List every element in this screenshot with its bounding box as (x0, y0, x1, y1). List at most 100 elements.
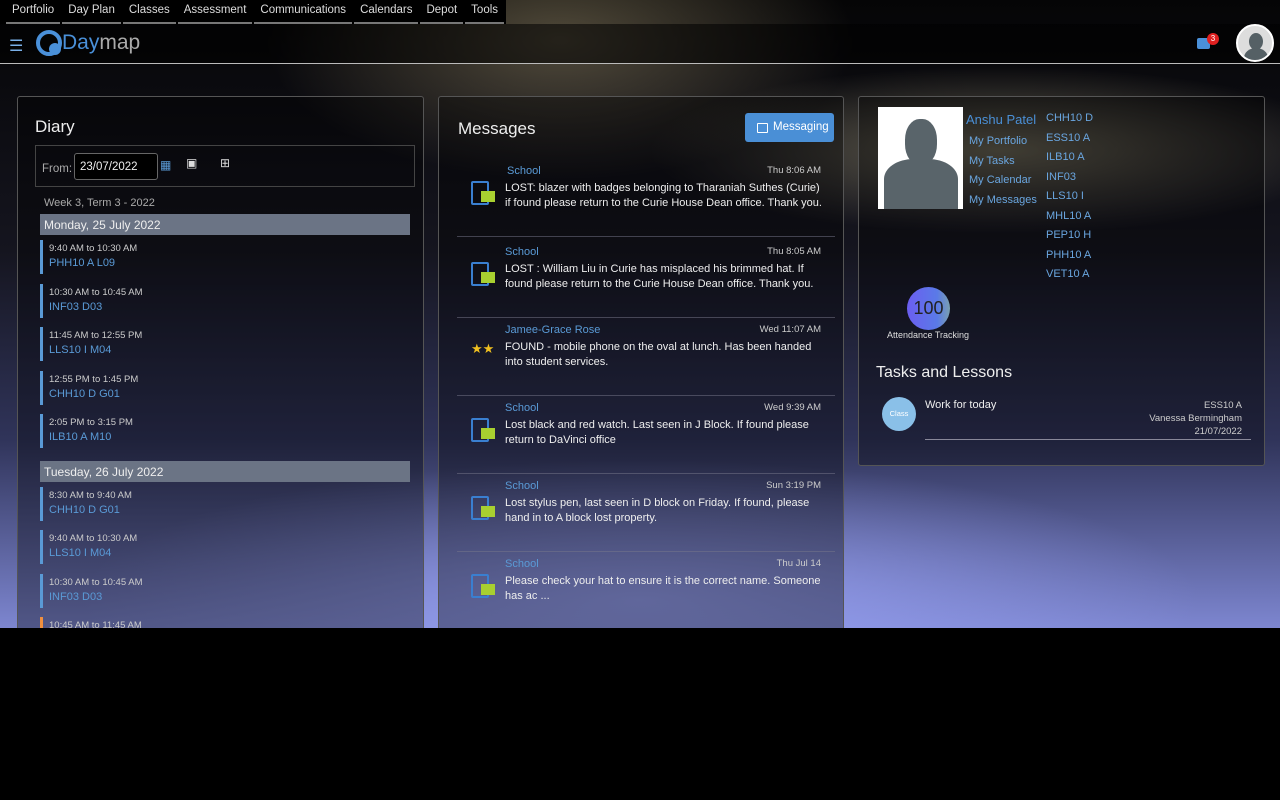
nav-classes[interactable]: Classes (122, 0, 176, 24)
task-date: 21/07/2022 (1194, 426, 1242, 437)
hamburger-menu-icon[interactable]: ☰ (9, 36, 23, 56)
from-date-input[interactable]: 23/07/2022 (74, 153, 158, 180)
diary-event[interactable]: 9:40 AM to 10:30 AM LLS10 I M04 (40, 530, 137, 564)
message-date: Wed 11:07 AM (759, 324, 821, 335)
diary-event[interactable]: 10:45 AM to 11:45 AM (40, 617, 142, 628)
event-class[interactable]: INF03 D03 (49, 301, 142, 313)
nav-assessment[interactable]: Assessment (177, 0, 253, 24)
class-link[interactable]: INF03 (1046, 171, 1076, 183)
event-class[interactable]: LLS10 I M04 (49, 547, 137, 559)
message-item[interactable]: School Sun 3:19 PM Lost stylus pen, last s… (457, 480, 835, 552)
profile-link[interactable]: My Messages (969, 194, 1037, 206)
messaging-button[interactable]: Messaging (745, 113, 834, 142)
diary-event[interactable]: 2:05 PM to 3:15 PM ILB10 A M10 (40, 414, 133, 448)
diary-event[interactable]: 9:40 AM to 10:30 AM PHH10 A L09 (40, 240, 137, 274)
message-sender: School (505, 246, 539, 258)
event-class[interactable]: PHH10 A L09 (49, 257, 137, 269)
event-time: 10:30 AM to 10:45 AM (49, 576, 143, 588)
stars-icon (471, 340, 489, 364)
message-doc-icon (471, 496, 495, 520)
logo-text: map (99, 31, 141, 54)
task-teacher: Vanessa Bermingham (1149, 413, 1242, 424)
class-link[interactable]: ESS10 A (1046, 132, 1090, 144)
task-title[interactable]: Work for today (925, 399, 996, 411)
tasks-title: Tasks and Lessons (876, 364, 1013, 381)
profile-link[interactable]: My Tasks (969, 155, 1015, 167)
user-avatar[interactable] (1236, 24, 1274, 62)
event-time: 2:05 PM to 3:15 PM (49, 417, 133, 428)
event-time: 11:45 AM to 12:55 PM (49, 330, 143, 341)
nav-day-plan[interactable]: Day Plan (62, 0, 121, 24)
message-sender: School (505, 558, 539, 570)
message-doc-icon (471, 418, 495, 442)
event-class[interactable]: LLS10 I M04 (49, 344, 142, 356)
diary-event[interactable]: 8:30 AM to 9:40 AM CHH10 D G01 (40, 486, 132, 521)
diary-event[interactable]: 12:55 PM to 1:45 PM CHH10 D G01 (40, 370, 139, 405)
event-class[interactable]: CHH10 D G01 (49, 388, 138, 400)
message-sender: School (505, 480, 539, 492)
day-header: Tuesday, 26 July 2022 (40, 460, 410, 482)
class-link[interactable]: CHH10 D (1046, 112, 1093, 124)
message-item[interactable]: School Thu Jul 14 Please check your hat to… (457, 558, 835, 628)
event-time: 12:55 PM to 1:45 PM (49, 373, 139, 385)
event-time: 10:30 AM to 10:45 AM (49, 286, 143, 298)
class-link[interactable]: PHH10 A (1046, 249, 1091, 261)
nav-tools[interactable]: Tools (465, 0, 505, 24)
message-body: Lost black and red watch. Last seen in J… (505, 419, 809, 446)
profile-link[interactable]: My Calendar (969, 174, 1031, 186)
diary-panel: Diary From: 23/07/2022 ▦ ▣ ⊞ Week 3, Ter… (17, 96, 424, 628)
event-time: 8:30 AM to 9:40 AM (49, 489, 132, 501)
message-sender: Jamee-Grace Rose (505, 324, 601, 336)
attendance-gauge[interactable]: 100 (907, 287, 950, 330)
message-date: Wed 9:39 AM (764, 402, 821, 413)
message-item[interactable]: Jamee-Grace Rose Wed 11:07 AM FOUND - mobi… (457, 324, 835, 396)
message-doc-icon (471, 181, 495, 205)
event-class[interactable]: ILB10 A M10 (49, 431, 133, 443)
nav-calendars[interactable]: Calendars (354, 0, 419, 24)
class-link[interactable]: MHL10 A (1046, 210, 1091, 222)
header: ☰ Day map 3 (0, 24, 1280, 64)
message-item[interactable]: School Wed 9:39 AM Lost black and red watc… (457, 402, 835, 474)
class-link[interactable]: PEP10 H (1046, 229, 1091, 241)
messages-title: Messages (458, 119, 536, 138)
class-link[interactable]: LLS10 I (1046, 190, 1084, 202)
message-body: FOUND - mobile phone on the oval at lunc… (505, 341, 812, 368)
logo-text: Day (62, 31, 100, 54)
nav-depot[interactable]: Depot (420, 0, 464, 24)
calendar-today-icon[interactable]: ▣ (186, 156, 197, 170)
nav-portfolio[interactable]: Portfolio (6, 0, 61, 24)
diary-title: Diary (35, 117, 75, 136)
student-name[interactable]: Anshu Patel (966, 112, 1036, 127)
diary-event[interactable]: 10:30 AM to 10:45 AM INF03 D03 (40, 573, 143, 608)
message-date: Thu 8:06 AM (767, 165, 821, 176)
message-doc-icon (471, 574, 495, 598)
message-body: Please check your hat to ensure it is th… (505, 575, 821, 602)
diary-event[interactable]: 10:30 AM to 10:45 AM INF03 D03 (40, 283, 143, 318)
profile-link[interactable]: My Portfolio (969, 135, 1027, 147)
message-sender: School (505, 402, 539, 414)
class-link[interactable]: VET10 A (1046, 268, 1089, 280)
message-date: Thu 8:05 AM (767, 246, 821, 257)
day-header: Monday, 25 July 2022 (40, 214, 410, 235)
message-date: Sun 3:19 PM (766, 480, 821, 491)
task-class: ESS10 A (1203, 400, 1242, 411)
logo-icon (36, 30, 62, 56)
message-sender: School (507, 165, 541, 177)
daymap-logo[interactable]: Day map (36, 30, 140, 56)
message-item[interactable]: School Thu 8:06 AM LOST: blazer with badge… (457, 165, 835, 237)
event-class[interactable]: INF03 D03 (49, 591, 142, 603)
message-item[interactable]: School Thu 8:05 AM LOST : William Liu in C… (457, 246, 835, 318)
event-class[interactable]: CHH10 D G01 (49, 504, 132, 516)
date-filter: From: 23/07/2022 ▦ ▣ ⊞ (35, 145, 415, 187)
message-body: LOST : William Liu in Curie has misplace… (505, 263, 814, 290)
messages-panel: Messages Messaging School Thu 8:06 AM LOST… (438, 96, 844, 628)
add-event-icon[interactable]: ⊞ (220, 156, 230, 170)
week-label: Week 3, Term 3 - 2022 (44, 197, 155, 209)
message-body: LOST: blazer with badges belonging to Th… (505, 182, 822, 209)
message-date: Thu Jul 14 (776, 558, 821, 569)
diary-event[interactable]: 11:45 AM to 12:55 PM LLS10 I M04 (40, 327, 142, 361)
date-picker-icon[interactable]: ▦ (160, 158, 171, 172)
from-label: From: (42, 163, 73, 175)
class-link[interactable]: ILB10 A (1046, 151, 1085, 163)
nav-communications[interactable]: Communications (254, 0, 353, 24)
